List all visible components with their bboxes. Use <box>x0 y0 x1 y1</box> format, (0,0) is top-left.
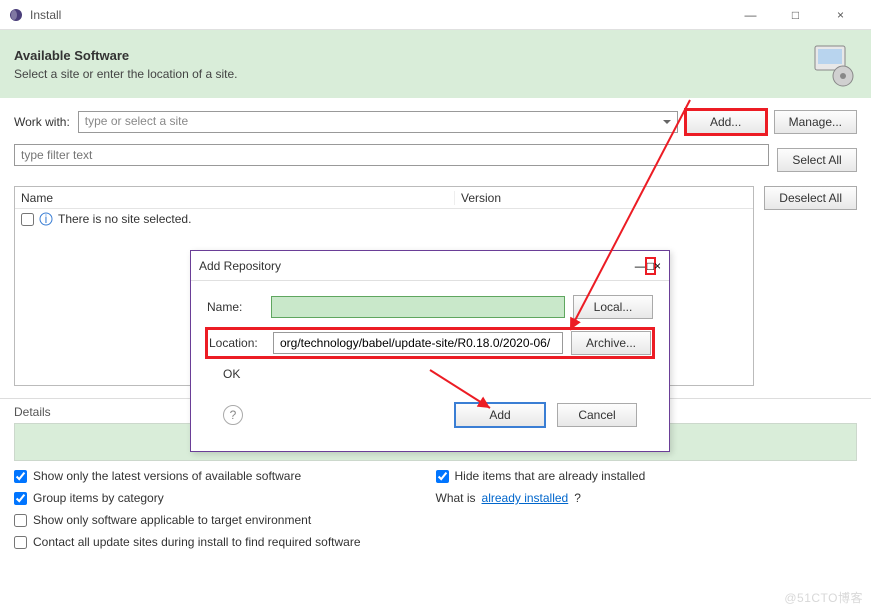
dialog-cancel-button[interactable]: Cancel <box>557 403 637 427</box>
name-label: Name: <box>207 300 263 314</box>
close-button[interactable]: × <box>818 1 863 29</box>
add-repository-dialog: Add Repository — □ × Name: Local... Loca… <box>190 250 670 452</box>
page-title: Available Software <box>14 48 809 63</box>
status-ok: OK <box>207 367 653 381</box>
dialog-close[interactable]: × <box>654 259 661 273</box>
dialog-maximize[interactable]: □ <box>647 259 654 273</box>
local-button[interactable]: Local... <box>573 295 653 319</box>
svg-text:i: i <box>45 212 48 226</box>
install-icon <box>809 40 857 88</box>
empty-text: There is no site selected. <box>58 212 191 226</box>
location-label: Location: <box>209 336 265 350</box>
deselect-all-button[interactable]: Deselect All <box>764 186 857 210</box>
row-checkbox[interactable] <box>21 213 34 226</box>
add-site-button[interactable]: Add... <box>686 110 766 134</box>
location-input[interactable] <box>273 332 563 354</box>
work-with-combo[interactable]: type or select a site <box>78 111 678 133</box>
col-version: Version <box>455 191 507 205</box>
already-installed-hint: What is already installed? <box>436 491 858 505</box>
window-title: Install <box>30 8 728 22</box>
already-installed-link[interactable]: already installed <box>482 491 569 505</box>
watermark: @51CTO博客 <box>784 589 863 606</box>
options-area: Show only the latest versions of availab… <box>0 461 871 557</box>
maximize-button[interactable]: □ <box>773 1 818 29</box>
dialog-add-button[interactable]: Add <box>455 403 545 427</box>
wizard-header: Available Software Select a site or ente… <box>0 30 871 98</box>
work-with-label: Work with: <box>14 115 70 129</box>
dialog-title: Add Repository <box>199 259 635 273</box>
titlebar: Install — □ × <box>0 0 871 30</box>
col-name: Name <box>15 191 455 205</box>
help-icon[interactable]: ? <box>223 405 243 425</box>
dialog-minimize[interactable]: — <box>635 259 647 273</box>
eclipse-icon <box>8 7 24 23</box>
check-show-latest[interactable]: Show only the latest versions of availab… <box>14 469 436 483</box>
manage-button[interactable]: Manage... <box>774 110 857 134</box>
tree-header: Name Version <box>15 187 753 209</box>
info-icon: i <box>39 212 53 226</box>
check-group[interactable]: Group items by category <box>14 491 436 505</box>
archive-button[interactable]: Archive... <box>571 331 651 355</box>
page-subtitle: Select a site or enter the location of a… <box>14 67 809 81</box>
select-all-button[interactable]: Select All <box>777 148 857 172</box>
check-contact[interactable]: Contact all update sites during install … <box>14 535 436 549</box>
check-hide[interactable]: Hide items that are already installed <box>436 469 858 483</box>
name-input[interactable] <box>271 296 565 318</box>
minimize-button[interactable]: — <box>728 1 773 29</box>
check-applicable[interactable]: Show only software applicable to target … <box>14 513 436 527</box>
filter-input[interactable] <box>14 144 769 166</box>
tree-empty-row: i There is no site selected. <box>15 209 753 229</box>
